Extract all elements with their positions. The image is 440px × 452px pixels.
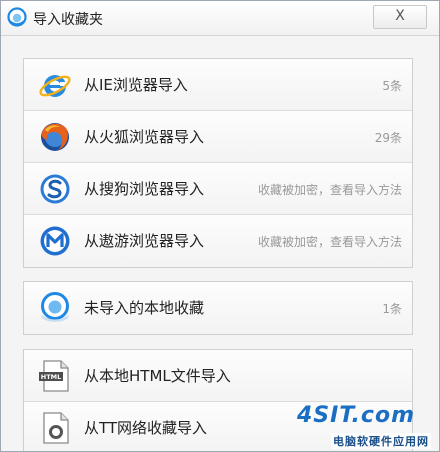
import-ie-count: 5条	[382, 79, 402, 93]
import-html-label: 从本地HTML文件导入	[84, 367, 231, 385]
import-sogou-label: 从搜狗浏览器导入	[84, 180, 205, 198]
import-favorites-window: 导入收藏夹 X 从IE浏览器导入 5条 从火狐浏览器导入 29条 从搜狗浏览器导…	[0, 0, 440, 452]
import-sogou-row[interactable]: 从搜狗浏览器导入 收藏被加密，查看导入方法	[24, 163, 412, 215]
import-maxthon-label: 从遨游浏览器导入	[84, 232, 205, 250]
tt-icon	[43, 412, 69, 444]
html-file-icon: HTML	[39, 360, 69, 392]
sogou-icon	[40, 174, 70, 204]
local-favorites-group: 未导入的本地收藏 1条	[23, 281, 413, 335]
firefox-icon	[41, 123, 69, 151]
title-bar: 导入收藏夹 X	[1, 1, 439, 36]
import-ie-label: 从IE浏览器导入	[84, 76, 188, 94]
import-maxthon-row[interactable]: 从遨游浏览器导入 收藏被加密，查看导入方法	[24, 215, 412, 267]
import-maxthon-hint[interactable]: 收藏被加密，查看导入方法	[258, 233, 402, 250]
import-sogou-hint[interactable]: 收藏被加密，查看导入方法	[258, 181, 402, 198]
maxthon-icon	[40, 226, 70, 256]
unimported-local-count: 1条	[382, 302, 402, 316]
unimported-local-label: 未导入的本地收藏	[84, 299, 205, 317]
import-tt-label: 从TT网络收藏导入	[84, 419, 208, 437]
import-firefox-label: 从火狐浏览器导入	[84, 128, 205, 146]
unimported-local-row[interactable]: 未导入的本地收藏 1条	[24, 282, 412, 334]
browser-import-group: 从IE浏览器导入 5条 从火狐浏览器导入 29条 从搜狗浏览器导入 收藏被加密，…	[23, 58, 413, 268]
window-title: 导入收藏夹	[33, 12, 103, 28]
cloud-local-icon	[41, 292, 69, 322]
svg-text:HTML: HTML	[41, 373, 61, 381]
import-firefox-count: 29条	[374, 131, 402, 145]
watermark-subtitle: 电脑软硬件应用网	[331, 433, 431, 449]
app-logo-icon	[7, 7, 27, 27]
import-ie-row[interactable]: 从IE浏览器导入 5条	[24, 59, 412, 111]
import-html-row[interactable]: HTML 从本地HTML文件导入	[24, 350, 412, 402]
watermark-logo: 4SIT.com	[296, 403, 415, 428]
site-watermark: 4SIT.com 电脑软硬件应用网	[285, 403, 435, 449]
close-button[interactable]: X	[373, 5, 427, 29]
ie-icon	[39, 75, 71, 97]
import-firefox-row[interactable]: 从火狐浏览器导入 29条	[24, 111, 412, 163]
